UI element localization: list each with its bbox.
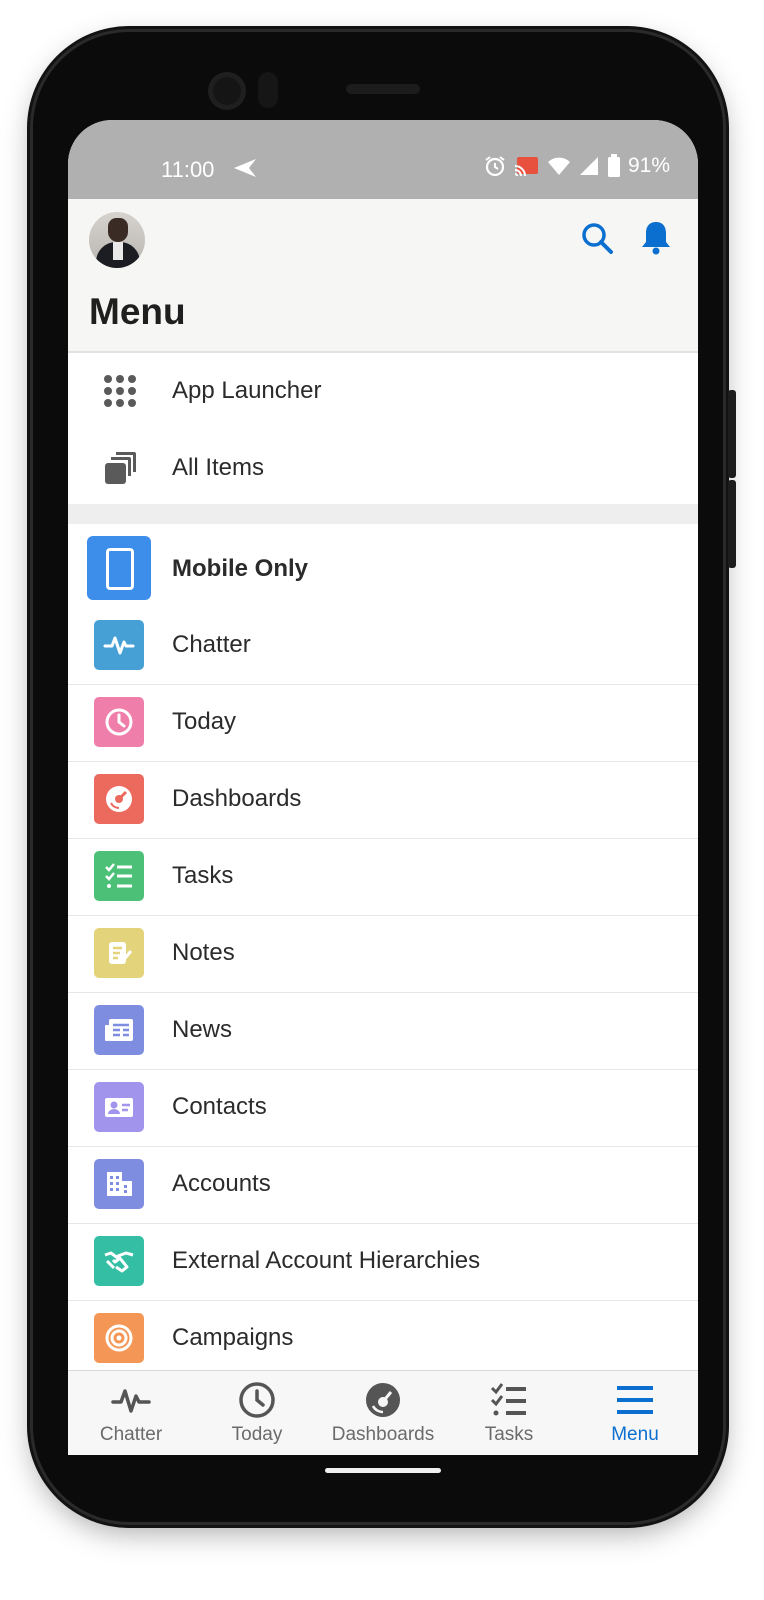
power-button [728, 390, 736, 478]
tab-label: Tasks [484, 1424, 534, 1445]
tab-chatter[interactable]: Chatter [68, 1371, 194, 1455]
checklist-icon [490, 1383, 526, 1416]
search-icon[interactable] [580, 221, 614, 255]
menu-item-label: Campaigns [172, 1324, 294, 1351]
status-icons: 91% [483, 154, 670, 178]
menu-item-campaigns[interactable]: Campaigns [68, 1301, 698, 1378]
all-items-label: All Items [172, 454, 265, 481]
note-icon [94, 928, 144, 978]
sensor [258, 72, 278, 108]
app-screen: 11:00 91% Menu App Launcher All Items Mo… [68, 120, 698, 1455]
news-icon [94, 1005, 144, 1055]
alarm-icon [485, 156, 505, 177]
menu-item-accounts[interactable]: Accounts [68, 1147, 698, 1224]
home-indicator[interactable] [325, 1468, 441, 1473]
pulse-icon [94, 620, 144, 670]
menu-item-dashboards[interactable]: Dashboards [68, 762, 698, 839]
tab-label: Dashboards [331, 1424, 435, 1445]
building-icon [94, 1159, 144, 1209]
earpiece-speaker [346, 84, 420, 94]
clock-icon [94, 697, 144, 747]
gauge-icon [366, 1383, 400, 1417]
phone-icon [87, 536, 151, 600]
all-items-item[interactable]: All Items [68, 430, 698, 507]
clock-icon [239, 1382, 275, 1418]
grid-icon [104, 375, 136, 407]
status-time: 11:00 [161, 157, 215, 182]
section-divider [68, 504, 698, 524]
mobile-only-label: Mobile Only [172, 555, 309, 582]
menu-item-label: External Account Hierarchies [172, 1247, 481, 1274]
target-icon [94, 1313, 144, 1363]
menu-item-label: Contacts [172, 1093, 267, 1120]
pulse-icon [111, 1389, 151, 1413]
menu-item-tasks[interactable]: Tasks [68, 839, 698, 916]
battery-icon [607, 154, 620, 177]
menu-item-external-account-hierarchies[interactable]: External Account Hierarchies [68, 1224, 698, 1301]
menu-header: Menu [68, 199, 698, 353]
app-launcher-label: App Launcher [172, 377, 322, 404]
top-items: App Launcher All Items [68, 353, 698, 507]
gauge-icon [94, 774, 144, 824]
status-bar: 11:00 91% [68, 120, 698, 199]
hamburger-icon [617, 1386, 653, 1414]
navigation-arrow-icon [234, 159, 256, 177]
menu-item-today[interactable]: Today [68, 685, 698, 762]
front-camera [208, 72, 246, 110]
handshake-icon [94, 1236, 144, 1286]
tab-label: Today [231, 1424, 283, 1445]
wifi-icon [547, 157, 570, 175]
menu-item-label: Today [172, 708, 237, 735]
contact-card-icon [94, 1082, 144, 1132]
menu-item-label: Accounts [172, 1170, 271, 1197]
volume-button [728, 480, 736, 568]
menu-item-notes[interactable]: Notes [68, 916, 698, 993]
mobile-only-group[interactable]: Mobile Only [68, 524, 698, 601]
stack-icon [105, 452, 136, 484]
menu-list: Chatter Today Dashboards Tasks Notes New… [68, 608, 698, 1378]
checklist-icon [94, 851, 144, 901]
tab-today[interactable]: Today [194, 1371, 320, 1455]
tab-menu[interactable]: Menu [572, 1371, 698, 1455]
bottom-tab-bar: Chatter Today Dashboards Tasks Menu [68, 1370, 698, 1455]
tab-label: Menu [611, 1424, 659, 1445]
menu-item-news[interactable]: News [68, 993, 698, 1070]
tab-dashboards[interactable]: Dashboards [320, 1371, 446, 1455]
cast-icon [514, 157, 538, 177]
menu-item-label: Notes [172, 939, 235, 966]
page-title: Menu [89, 291, 186, 332]
menu-item-chatter[interactable]: Chatter [68, 608, 698, 685]
signal-icon [579, 157, 598, 175]
avatar[interactable] [89, 212, 145, 268]
battery-percent: 91% [627, 154, 670, 177]
bell-icon[interactable] [640, 219, 672, 255]
tab-label: Chatter [99, 1424, 163, 1445]
menu-item-label: News [172, 1016, 233, 1043]
menu-item-label: Chatter [172, 631, 251, 658]
menu-item-label: Dashboards [172, 785, 302, 812]
app-launcher-item[interactable]: App Launcher [68, 353, 698, 430]
menu-item-contacts[interactable]: Contacts [68, 1070, 698, 1147]
menu-item-label: Tasks [172, 862, 234, 889]
tab-tasks[interactable]: Tasks [446, 1371, 572, 1455]
